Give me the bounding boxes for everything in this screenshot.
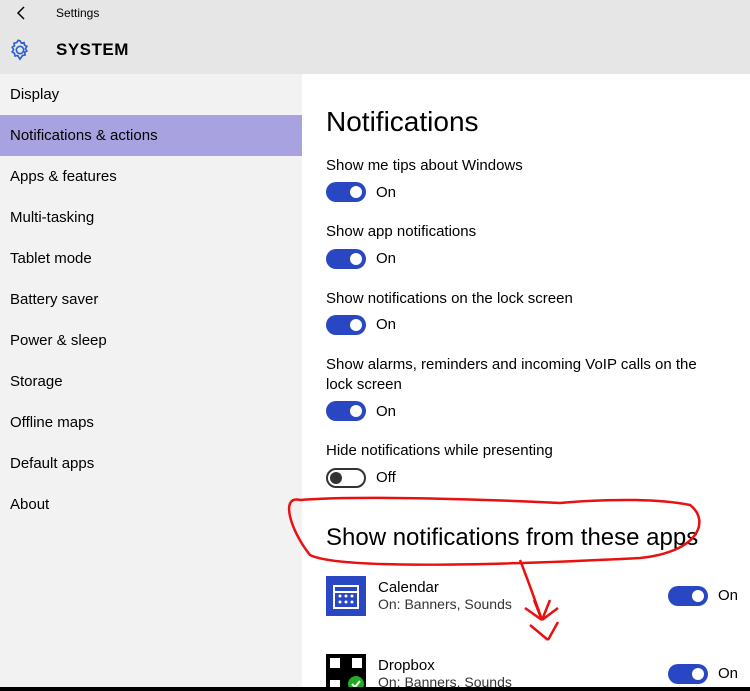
sidebar-item-tablet-mode[interactable]: Tablet mode xyxy=(0,238,302,279)
calendar-icon xyxy=(326,576,366,616)
setting-hide-presenting: Hide notifications while presenting Off xyxy=(326,441,726,487)
toggle-state: On xyxy=(376,403,396,420)
sidebar-item-label: Offline maps xyxy=(10,414,94,431)
sidebar-item-battery-saver[interactable]: Battery saver xyxy=(0,279,302,320)
apps-heading: Show notifications from these apps xyxy=(326,524,750,552)
header: SYSTEM xyxy=(0,26,750,74)
sidebar-item-offline-maps[interactable]: Offline maps xyxy=(0,402,302,443)
sidebar-item-label: Default apps xyxy=(10,455,94,472)
toggle-state: On xyxy=(718,665,738,682)
gear-icon xyxy=(9,39,31,61)
setting-label: Hide notifications while presenting xyxy=(326,441,726,461)
app-detail: On: Banners, Sounds xyxy=(378,596,668,612)
app-name: Calendar xyxy=(378,579,668,596)
toggle-app-dropbox[interactable] xyxy=(668,664,708,684)
sidebar-item-notifications-actions[interactable]: Notifications & actions xyxy=(0,115,302,156)
setting-label: Show alarms, reminders and incoming VoIP… xyxy=(326,355,726,396)
toggle-lock-screen[interactable] xyxy=(326,315,366,335)
sidebar-item-about[interactable]: About xyxy=(0,484,302,525)
app-row-calendar[interactable]: Calendar On: Banners, Sounds On xyxy=(326,570,750,622)
titlebar: Settings xyxy=(0,0,750,26)
taskbar xyxy=(0,687,750,691)
sidebar-item-label: Multi-tasking xyxy=(10,209,94,226)
toggle-state: On xyxy=(718,587,738,604)
toggle-state: Off xyxy=(376,469,396,486)
setting-app-notifications: Show app notifications On xyxy=(326,222,726,268)
toggle-state: On xyxy=(376,184,396,201)
toggle-alarms[interactable] xyxy=(326,401,366,421)
app-row-dropbox[interactable]: Dropbox On: Banners, Sounds On xyxy=(326,648,750,691)
setting-lock-screen: Show notifications on the lock screen On xyxy=(326,289,726,335)
sidebar-item-label: Display xyxy=(10,86,59,103)
app-name: Dropbox xyxy=(378,657,668,674)
setting-label: Show me tips about Windows xyxy=(326,156,726,176)
back-icon[interactable] xyxy=(12,3,32,23)
window-title: Settings xyxy=(56,6,99,20)
setting-tips: Show me tips about Windows On xyxy=(326,156,726,202)
sidebar-item-label: Tablet mode xyxy=(10,250,92,267)
sidebar-item-default-apps[interactable]: Default apps xyxy=(0,443,302,484)
dropbox-icon xyxy=(326,654,366,691)
content-pane: Notifications Show me tips about Windows… xyxy=(302,74,750,691)
toggle-hide-presenting[interactable] xyxy=(326,468,366,488)
toggle-tips[interactable] xyxy=(326,182,366,202)
sidebar-item-label: Notifications & actions xyxy=(10,127,158,144)
sidebar-item-storage[interactable]: Storage xyxy=(0,361,302,402)
toggle-state: On xyxy=(376,316,396,333)
sidebar-item-label: Storage xyxy=(10,373,63,390)
toggle-app-notifications[interactable] xyxy=(326,249,366,269)
section-heading: Notifications xyxy=(326,106,750,138)
sidebar-item-label: Battery saver xyxy=(10,291,98,308)
sidebar-item-label: About xyxy=(10,496,49,513)
sidebar-item-label: Apps & features xyxy=(10,168,117,185)
sidebar-item-power-sleep[interactable]: Power & sleep xyxy=(0,320,302,361)
sidebar-item-apps-features[interactable]: Apps & features xyxy=(0,156,302,197)
setting-alarms: Show alarms, reminders and incoming VoIP… xyxy=(326,355,726,422)
setting-label: Show app notifications xyxy=(326,222,726,242)
page-title: SYSTEM xyxy=(56,40,129,60)
sidebar-item-label: Power & sleep xyxy=(10,332,107,349)
toggle-app-calendar[interactable] xyxy=(668,586,708,606)
setting-label: Show notifications on the lock screen xyxy=(326,289,726,309)
sidebar-item-multi-tasking[interactable]: Multi-tasking xyxy=(0,197,302,238)
sidebar-item-display[interactable]: Display xyxy=(0,74,302,115)
sidebar: Display Notifications & actions Apps & f… xyxy=(0,74,302,691)
toggle-state: On xyxy=(376,250,396,267)
